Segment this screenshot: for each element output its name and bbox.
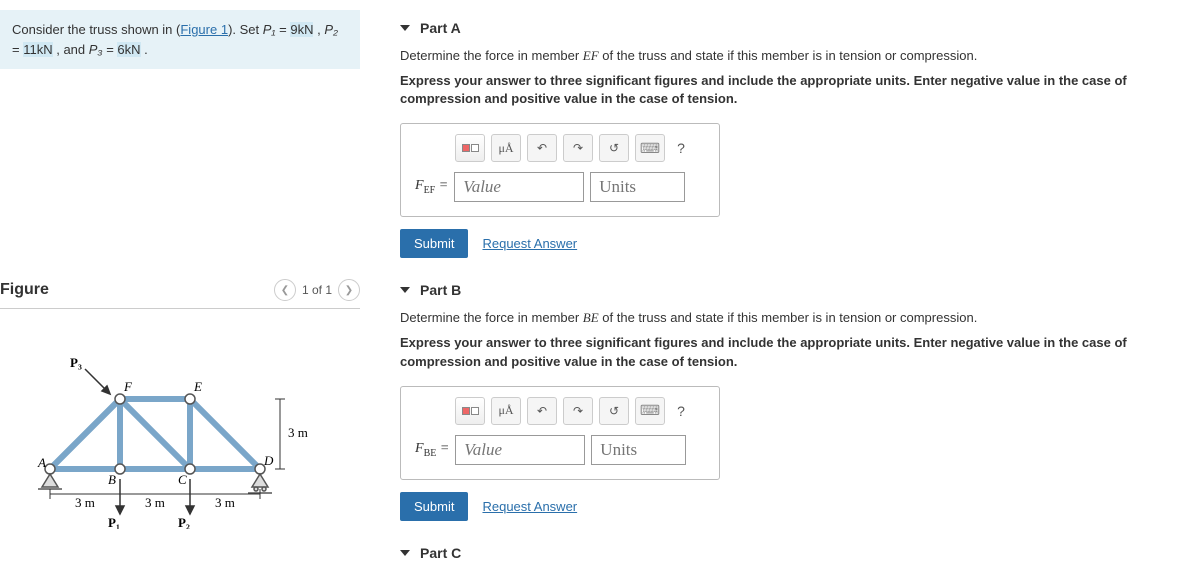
part-a-units-input[interactable] xyxy=(590,172,685,202)
part-b-answer-box: μÅ ↶ ↷ ↺ ? FBE = xyxy=(400,386,720,480)
svg-text:F: F xyxy=(123,379,133,394)
undo-button[interactable]: ↶ xyxy=(527,134,557,162)
figure-counter: 1 of 1 xyxy=(302,283,332,297)
part-a-header[interactable]: Part A xyxy=(400,20,1190,36)
svg-text:3 m: 3 m xyxy=(75,495,95,510)
keyboard-icon xyxy=(640,140,660,157)
problem-statement: Consider the truss shown in (Figure 1). … xyxy=(0,10,360,69)
problem-text-1: Consider the truss shown in ( xyxy=(12,22,180,37)
svg-text:P₃: P₃ xyxy=(70,355,82,370)
keyboard-button[interactable] xyxy=(635,397,665,425)
part-a-value-input[interactable] xyxy=(454,172,584,202)
svg-text:P₂: P₂ xyxy=(178,515,190,529)
units-symbol-button[interactable]: μÅ xyxy=(491,397,521,425)
figure-divider xyxy=(0,308,360,309)
part-a-request-answer-link[interactable]: Request Answer xyxy=(482,236,577,251)
part-a-prompt: Determine the force in member EF of the … xyxy=(400,48,1190,64)
part-b-submit-button[interactable]: Submit xyxy=(400,492,468,521)
svg-text:3 m: 3 m xyxy=(215,495,235,510)
part-a-submit-button[interactable]: Submit xyxy=(400,229,468,258)
svg-text:A: A xyxy=(37,455,46,470)
p2-value: 11kN xyxy=(23,42,52,57)
chevron-down-icon xyxy=(400,25,410,31)
redo-button[interactable]: ↷ xyxy=(563,397,593,425)
part-a-instructions: Express your answer to three significant… xyxy=(400,72,1190,108)
svg-text:E: E xyxy=(193,379,202,394)
part-b-instructions: Express your answer to three significant… xyxy=(400,334,1190,370)
svg-text:B: B xyxy=(108,472,116,487)
undo-button[interactable]: ↶ xyxy=(527,397,557,425)
svg-text:3 m: 3 m xyxy=(145,495,165,510)
help-button[interactable]: ? xyxy=(671,403,691,419)
svg-text:P₁: P₁ xyxy=(108,515,120,529)
part-b-variable: FBE = xyxy=(415,441,449,459)
figure-next-button[interactable]: ❯ xyxy=(338,279,360,301)
figure-prev-button[interactable]: ❮ xyxy=(274,279,296,301)
redo-button[interactable]: ↷ xyxy=(563,134,593,162)
p3-var: P₃ xyxy=(89,42,103,57)
part-a-variable: FEF = xyxy=(415,178,448,196)
part-b-prompt: Determine the force in member BE of the … xyxy=(400,310,1190,326)
reset-button[interactable]: ↺ xyxy=(599,397,629,425)
keyboard-button[interactable] xyxy=(635,134,665,162)
svg-text:D: D xyxy=(263,453,274,468)
svg-text:3 m: 3 m xyxy=(288,425,308,440)
problem-text-2: ). Set xyxy=(228,22,263,37)
part-a-answer-box: μÅ ↶ ↷ ↺ ? FEF = xyxy=(400,123,720,217)
p3-value: 6kN xyxy=(117,42,140,57)
truss-figure: P₃ F E A B C D 3 m 3 m 3 m 3 m P₁ P₂ xyxy=(0,339,360,532)
p2-var: P₂ xyxy=(324,22,338,37)
part-b-header[interactable]: Part B xyxy=(400,282,1190,298)
figure-nav: ❮ 1 of 1 ❯ xyxy=(274,279,360,301)
part-b-value-input[interactable] xyxy=(455,435,585,465)
part-c-header[interactable]: Part C xyxy=(400,545,1190,561)
keyboard-icon xyxy=(640,402,660,419)
chevron-down-icon xyxy=(400,287,410,293)
svg-text:C: C xyxy=(178,472,187,487)
units-symbol-button[interactable]: μÅ xyxy=(491,134,521,162)
help-button[interactable]: ? xyxy=(671,140,691,156)
part-b-request-answer-link[interactable]: Request Answer xyxy=(482,499,577,514)
template-button[interactable] xyxy=(455,134,485,162)
part-b-units-input[interactable] xyxy=(591,435,686,465)
p1-value: 9kN xyxy=(290,22,313,37)
reset-button[interactable]: ↺ xyxy=(599,134,629,162)
template-button[interactable] xyxy=(455,397,485,425)
chevron-down-icon xyxy=(400,550,410,556)
figure-link[interactable]: Figure 1 xyxy=(180,22,228,37)
p1-var: P₁ xyxy=(263,22,276,37)
figure-title: Figure xyxy=(0,281,49,299)
